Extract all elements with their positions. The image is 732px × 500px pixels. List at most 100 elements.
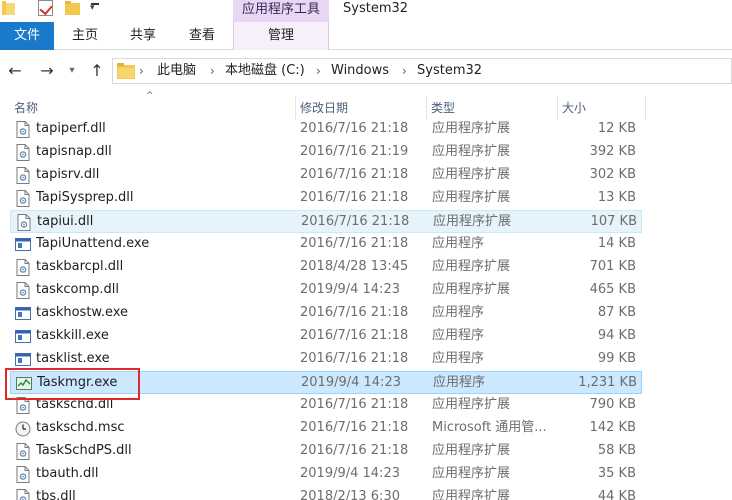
tab-manage[interactable]: 管理 [233,22,329,50]
breadcrumb-local-disk[interactable]: 本地磁盘 (C:) [225,59,305,83]
address-bar[interactable]: › 此电脑 › 本地磁盘 (C:) › Windows › System32 [112,58,732,84]
file-row[interactable]: tapiperf.dll 2016/7/16 21:18 应用程序扩展 12 KB [10,118,642,141]
file-row[interactable]: taskschd.msc 2016/7/16 21:18 Microsoft 通用管… [10,417,642,440]
dll-icon [15,190,31,207]
dll-icon [15,443,31,460]
file-type: 应用程序扩展 [433,214,512,229]
file-list: tapiperf.dll 2016/7/16 21:18 应用程序扩展 12 KB ta… [0,118,732,500]
file-type: 应用程序 [433,375,486,390]
file-row[interactable]: Taskmgr.exe 2019/9/4 14:23 应用程序 1,231 KB [10,371,642,394]
file-name: taskkill.exe [36,328,109,343]
file-type: 应用程序 [432,351,485,366]
forward-arrow-icon[interactable]: → [38,61,56,81]
file-row[interactable]: tbauth.dll 2019/9/4 14:23 应用程序扩展 35 KB [10,463,642,486]
file-size: 1,231 KB [578,375,637,390]
file-row[interactable]: TaskSchdPS.dll 2016/7/16 21:18 应用程序扩展 58 KB [10,440,642,463]
dll-icon [16,214,32,231]
breadcrumb-separator-icon[interactable]: › [210,59,215,83]
column-date-modified[interactable]: 修改日期 [296,96,427,120]
column-size[interactable]: 大小 [558,96,646,120]
file-name: tasklist.exe [36,351,110,366]
file-name: tapisnap.dll [36,144,112,159]
file-type: 应用程序 [432,305,485,320]
file-name: tapiperf.dll [36,121,106,136]
file-date-modified: 2019/9/4 14:23 [300,282,400,297]
file-date-modified: 2019/9/4 14:23 [300,466,400,481]
dll-icon [15,466,31,483]
tab-share[interactable]: 共享 [116,22,170,50]
file-size: 35 KB [597,466,636,481]
file-size: 107 KB [590,214,637,229]
file-date-modified: 2016/7/16 21:18 [300,328,409,343]
clock-icon [15,420,31,437]
breadcrumb-windows[interactable]: Windows [331,59,389,83]
file-date-modified: 2016/7/16 21:18 [300,236,409,251]
file-name: taskschd.dll [36,397,114,412]
file-row[interactable]: tasklist.exe 2016/7/16 21:18 应用程序 99 KB [10,348,642,371]
back-arrow-icon[interactable]: ← [6,61,24,81]
breadcrumb-separator-icon[interactable]: › [402,59,407,83]
file-date-modified: 2016/7/16 21:18 [300,121,409,136]
column-name[interactable]: 名称 [10,96,296,120]
file-date-modified: 2016/7/16 21:19 [300,144,409,159]
file-type: Microsoft 通用管... [432,420,547,435]
file-date-modified: 2016/7/16 21:18 [300,305,409,320]
file-type: 应用程序扩展 [432,259,511,274]
file-row[interactable]: taskkill.exe 2016/7/16 21:18 应用程序 94 KB [10,325,642,348]
file-name: tapiui.dll [37,214,94,229]
file-date-modified: 2016/7/16 21:18 [300,190,409,205]
dll-icon [15,282,31,299]
file-type: 应用程序 [432,236,485,251]
file-row[interactable]: TapiSysprep.dll 2016/7/16 21:18 应用程序扩展 13 K… [10,187,642,210]
tab-view[interactable]: 查看 [174,22,230,50]
file-row[interactable]: TapiUnattend.exe 2016/7/16 21:18 应用程序 14 KB [10,233,642,256]
file-date-modified: 2016/7/16 21:18 [300,397,409,412]
folder-icon [117,63,135,79]
file-size: 44 KB [597,489,636,500]
file-type: 应用程序扩展 [432,121,511,136]
file-name: TaskSchdPS.dll [36,443,132,458]
new-folder-icon[interactable] [65,1,80,15]
exe-icon [15,236,31,253]
file-row[interactable]: tapisrv.dll 2016/7/16 21:18 应用程序扩展 302 KB [10,164,642,187]
dll-icon [15,489,31,500]
file-name: taskbarcpl.dll [36,259,124,274]
ribbon-tabs: 文件 主页 共享 查看 管理 [0,22,732,50]
file-date-modified: 2016/7/16 21:18 [300,443,409,458]
properties-check-icon[interactable] [38,0,53,16]
breadcrumb-separator-icon[interactable]: › [139,59,144,83]
tab-home[interactable]: 主页 [58,22,112,50]
column-type[interactable]: 类型 [427,96,558,120]
file-row[interactable]: taskbarcpl.dll 2018/4/28 13:45 应用程序扩展 701 K… [10,256,642,279]
file-size: 142 KB [589,420,636,435]
breadcrumb-this-pc[interactable]: 此电脑 [157,59,196,83]
breadcrumb-separator-icon[interactable]: › [316,59,321,83]
file-row[interactable]: tbs.dll 2018/2/13 6:30 应用程序扩展 44 KB [10,486,642,500]
breadcrumb-system32[interactable]: System32 [417,59,482,83]
up-arrow-icon[interactable]: ↑ [88,61,106,81]
file-row[interactable]: tapisnap.dll 2016/7/16 21:19 应用程序扩展 392 KB [10,141,642,164]
file-size: 790 KB [589,397,636,412]
exe-icon [15,351,31,368]
file-date-modified: 2016/7/16 21:18 [300,167,409,182]
file-size: 465 KB [589,282,636,297]
navigation-bar: ← → ▾ ↑ › 此电脑 › 本地磁盘 (C:) › Windows › Sy… [0,52,732,90]
file-row[interactable]: taskhostw.exe 2016/7/16 21:18 应用程序 87 KB [10,302,642,325]
file-size: 99 KB [597,351,636,366]
recent-locations-chevron-icon[interactable]: ▾ [66,61,78,81]
column-header: ^ 名称 修改日期 类型 大小 [0,92,732,120]
file-size: 13 KB [597,190,636,205]
file-size: 302 KB [589,167,636,182]
file-row[interactable]: tapiui.dll 2016/7/16 21:18 应用程序扩展 107 KB [10,210,642,233]
folder-icon[interactable] [2,1,15,15]
quick-access-dropdown-icon[interactable]: ▾ [90,2,100,14]
file-row[interactable]: taskcomp.dll 2019/9/4 14:23 应用程序扩展 465 KB [10,279,642,302]
file-name: taskhostw.exe [36,305,129,320]
file-type: 应用程序扩展 [432,443,511,458]
file-date-modified: 2018/4/28 13:45 [300,259,409,274]
file-row[interactable]: taskschd.dll 2016/7/16 21:18 应用程序扩展 790 KB [10,394,642,417]
file-size: 701 KB [589,259,636,274]
file-date-modified: 2016/7/16 21:18 [300,420,409,435]
file-size: 12 KB [597,121,636,136]
tab-file[interactable]: 文件 [0,22,54,50]
